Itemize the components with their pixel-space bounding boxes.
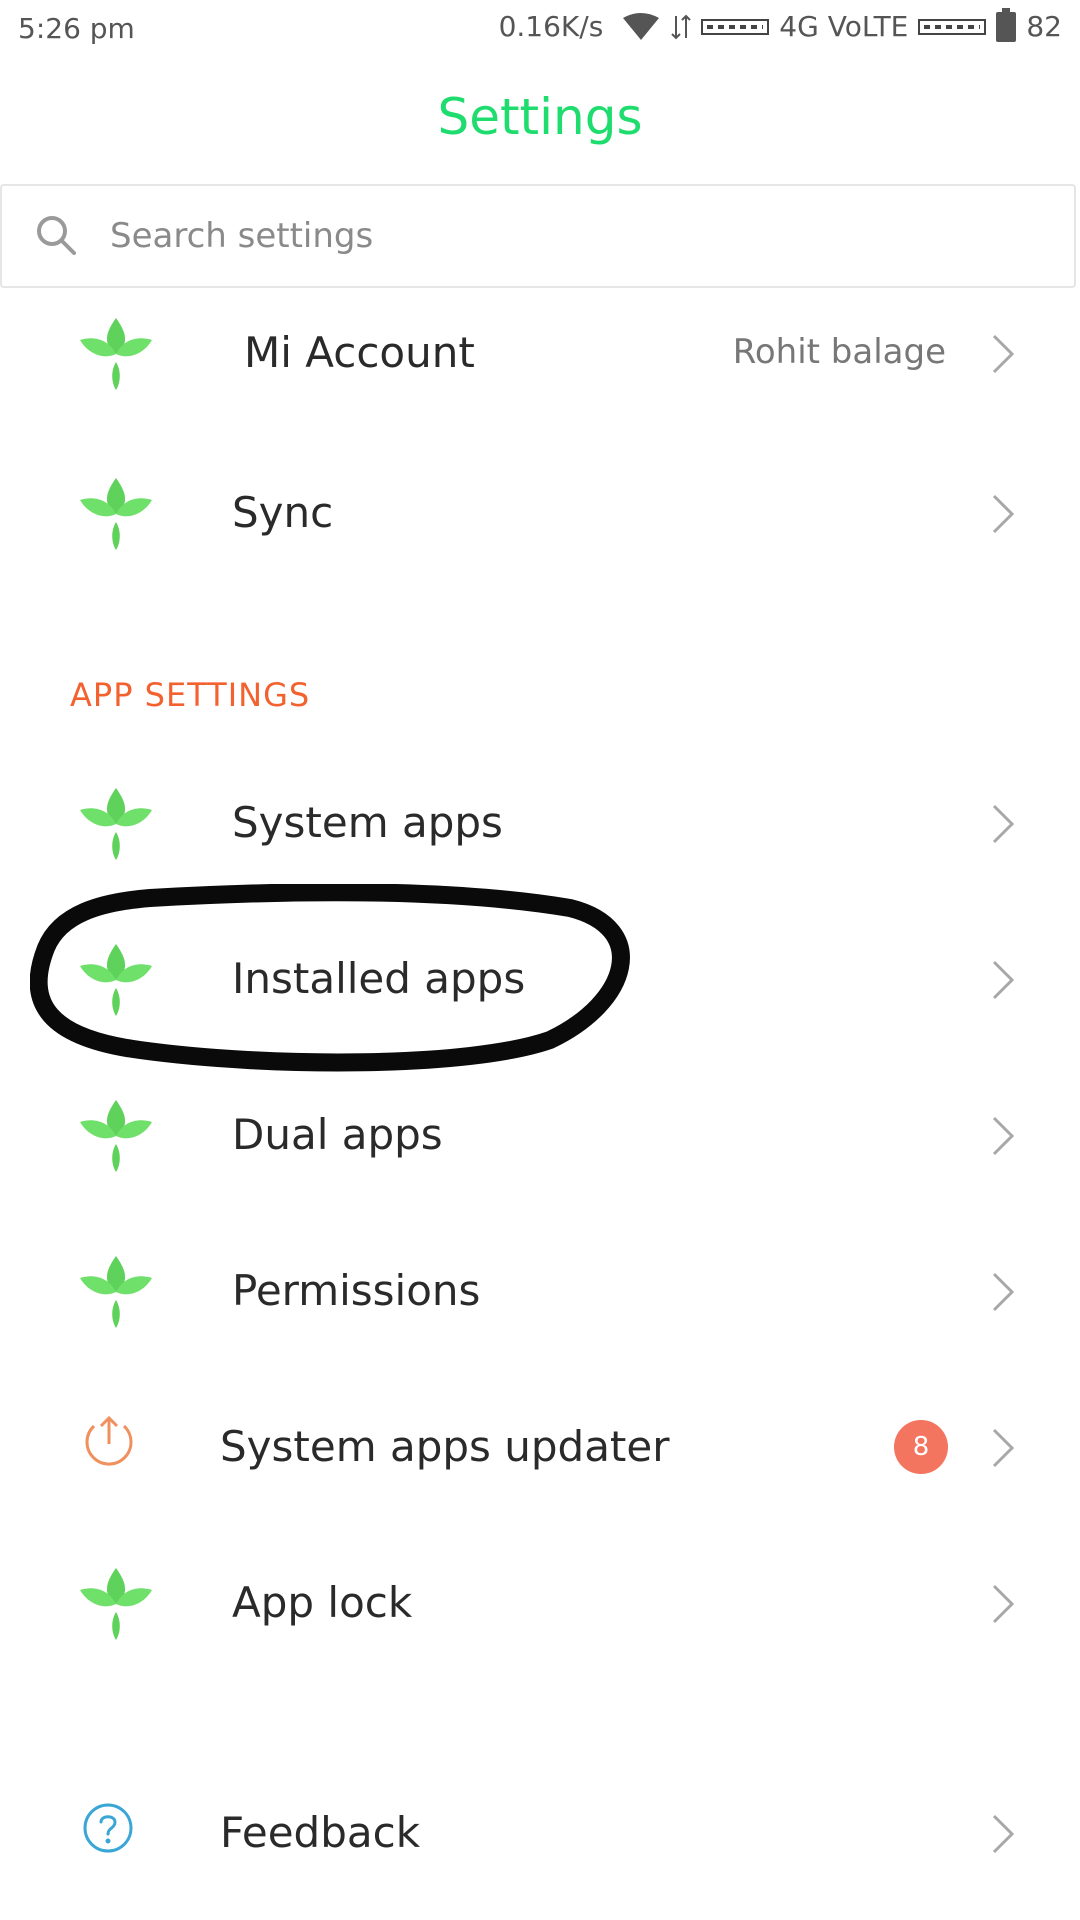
section-header-app-settings: APP SETTINGS	[70, 676, 311, 714]
upload-icon	[85, 1415, 133, 1466]
list-item-permissions[interactable]: Permissions	[0, 1230, 1080, 1350]
chevron-right-icon	[992, 1272, 1014, 1312]
account-name: Rohit balage	[732, 332, 946, 372]
signal-strength-icon-2	[918, 18, 987, 35]
battery-level: 82	[1026, 10, 1062, 43]
list-item-label: System apps	[232, 798, 503, 847]
list-item-label: System apps updater	[220, 1422, 670, 1471]
leaf-icon	[80, 318, 152, 390]
list-item-label: Installed apps	[232, 954, 526, 1003]
data-arrows-icon	[671, 14, 692, 39]
search-input[interactable]	[108, 215, 912, 257]
chevron-right-icon	[992, 960, 1014, 1000]
signal-strength-icon	[701, 18, 770, 35]
leaf-icon	[80, 1568, 152, 1640]
list-item-label: Dual apps	[232, 1110, 443, 1159]
chevron-right-icon	[992, 804, 1014, 844]
list-item-label: Permissions	[232, 1266, 481, 1315]
leaf-icon	[80, 944, 152, 1016]
question-icon	[83, 1803, 133, 1853]
list-item-app-lock[interactable]: App lock	[0, 1542, 1080, 1662]
network-speed: 0.16K/s	[498, 10, 604, 43]
chevron-right-icon	[992, 494, 1014, 534]
network-type: 4G VoLTE	[779, 10, 909, 43]
list-item-feedback[interactable]: Feedback	[0, 1772, 1080, 1892]
chevron-right-icon	[992, 334, 1014, 374]
page-title: Settings	[437, 88, 643, 146]
chevron-right-icon	[992, 1814, 1014, 1854]
list-item-label: Feedback	[220, 1808, 421, 1857]
list-item-sync[interactable]: Sync	[0, 452, 1080, 572]
chevron-right-icon	[992, 1428, 1014, 1468]
chevron-right-icon	[992, 1584, 1014, 1624]
list-item-mi-account[interactable]: Mi Account Rohit balage	[0, 292, 1080, 412]
list-item-label: App lock	[232, 1578, 413, 1627]
status-icons: 0.16K/s 4G VoLTE 82	[498, 7, 1062, 43]
list-item-system-apps-updater[interactable]: System apps updater 8	[0, 1386, 1080, 1506]
wifi-icon	[623, 12, 660, 40]
battery-icon	[996, 7, 1017, 42]
update-count-badge: 8	[894, 1420, 948, 1474]
status-bar: 5:26 pm 0.16K/s 4G VoLTE 82	[0, 0, 1080, 60]
chevron-right-icon	[992, 1116, 1014, 1156]
leaf-icon	[80, 788, 152, 860]
list-item-label: Sync	[232, 488, 334, 537]
search-bar[interactable]	[0, 184, 1076, 288]
list-item-installed-apps[interactable]: Installed apps	[0, 918, 1080, 1038]
list-item-system-apps[interactable]: System apps	[0, 762, 1080, 882]
status-time: 5:26 pm	[18, 12, 135, 45]
leaf-icon	[80, 478, 152, 550]
leaf-icon	[80, 1100, 152, 1172]
leaf-icon	[80, 1256, 152, 1328]
list-item-label: Mi Account	[244, 328, 475, 377]
list-item-dual-apps[interactable]: Dual apps	[0, 1074, 1080, 1194]
search-icon	[37, 216, 76, 255]
